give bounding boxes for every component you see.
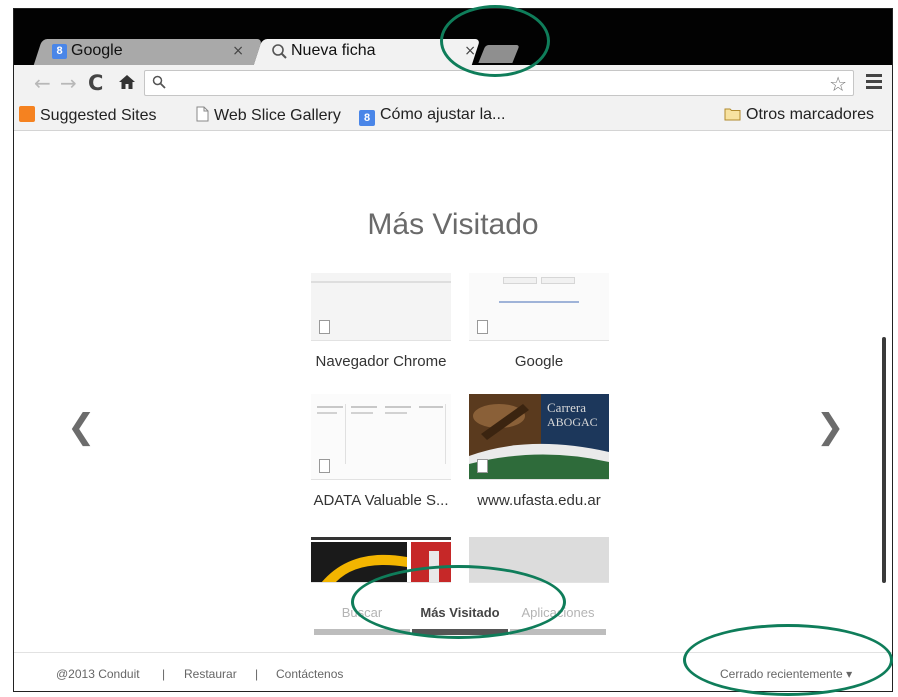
tile-thumbnail	[311, 394, 451, 480]
back-button[interactable]: ←	[34, 71, 51, 95]
restore-link[interactable]: Restaurar	[184, 667, 237, 681]
page-icon	[319, 320, 330, 334]
thumbnail-text: Carrera	[547, 400, 586, 415]
bookmark-label: Suggested Sites	[40, 107, 157, 124]
tile-label: www.ufasta.edu.ar	[477, 492, 601, 509]
forward-button[interactable]: →	[60, 71, 77, 95]
tile-thumbnail	[469, 273, 609, 341]
page-icon	[477, 320, 488, 334]
other-bookmarks[interactable]: Otros marcadores	[724, 106, 874, 124]
tile-label: ADATA Valuable S...	[313, 492, 449, 509]
search-icon	[152, 75, 166, 89]
footer-separator: |	[255, 667, 259, 681]
tile-thumbnail	[311, 273, 451, 341]
bookmark-label: Cómo ajustar la...	[380, 106, 506, 123]
tile-thumbnail: Carrera ABOGAC	[469, 394, 609, 480]
bookmark-como-ajustar[interactable]: 8 Cómo ajustar la...	[359, 106, 505, 126]
page-icon	[319, 459, 330, 473]
contact-link[interactable]: Contáctenos	[276, 667, 343, 681]
page-icon	[477, 459, 488, 473]
annotation-circle	[351, 565, 566, 639]
tab-google[interactable]: 8 Google ×	[33, 39, 263, 65]
tab-title: Nueva ficha	[291, 42, 376, 59]
tile-label: Navegador Chrome	[315, 353, 447, 370]
tab-title: Google	[71, 42, 123, 59]
menu-icon[interactable]	[866, 74, 882, 92]
other-bookmarks-label: Otros marcadores	[746, 106, 875, 123]
google-g-icon: 8	[359, 110, 375, 126]
page-title: Más Visitado	[367, 208, 539, 241]
previous-page-arrow[interactable]: ❮	[67, 407, 96, 447]
close-tab-icon[interactable]: ×	[232, 43, 244, 59]
thumbnail-text: ABOGAC	[547, 415, 598, 429]
search-icon	[272, 44, 287, 59]
bookmark-web-slice-gallery[interactable]: Web Slice Gallery	[196, 106, 341, 125]
bookmark-label: Web Slice Gallery	[214, 107, 341, 124]
ufasta-thumbnail-image: Carrera ABOGAC	[469, 394, 609, 479]
tab-shape	[33, 39, 263, 65]
bookmark-star-icon[interactable]: ☆	[829, 72, 847, 96]
next-page-arrow[interactable]: ❯	[816, 407, 845, 447]
bookmark-suggested-sites[interactable]: Suggested Sites	[19, 106, 157, 125]
bookmarks-bar: Suggested Sites Web Slice Gallery 8 Cómo …	[14, 101, 892, 131]
footer-separator: |	[162, 667, 166, 681]
suggested-sites-icon	[19, 106, 35, 122]
page-icon	[196, 106, 209, 122]
reload-button[interactable]: C	[88, 71, 103, 95]
google-g-icon: 8	[52, 44, 67, 59]
home-icon[interactable]	[118, 73, 136, 91]
copyright-text: @2013 Conduit	[56, 667, 140, 681]
scrollbar[interactable]	[882, 337, 886, 583]
tile-label: Google	[514, 353, 564, 370]
browser-toolbar: ← → C ☆	[14, 65, 892, 101]
folder-icon	[724, 108, 741, 121]
annotation-circle	[440, 5, 550, 77]
annotation-circle	[683, 624, 893, 696]
